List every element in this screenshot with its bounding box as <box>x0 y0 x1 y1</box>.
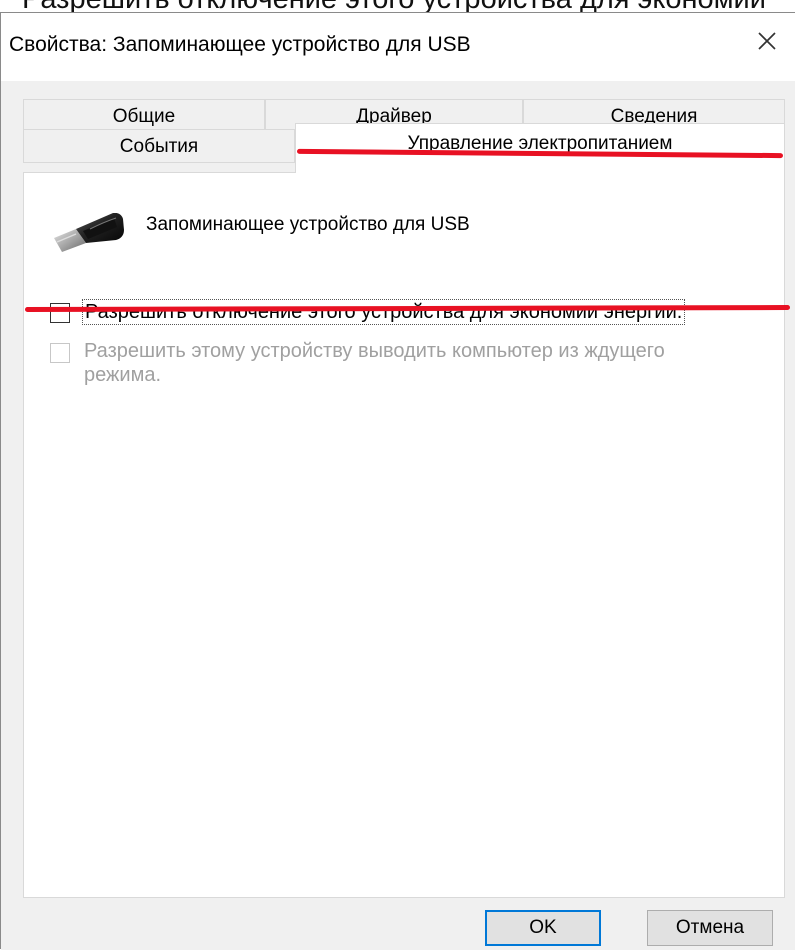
power-management-panel: Запоминающее устройство для USB Разрешит… <box>23 172 785 898</box>
allow-power-off-label[interactable]: Разрешить отключение этого устройства дл… <box>82 299 686 325</box>
ok-button[interactable]: OK <box>485 910 601 946</box>
allow-wake-checkbox <box>50 343 70 363</box>
dialog-client-area: Общие Драйвер Сведения События Управлени… <box>1 81 795 950</box>
allow-wake-label: Разрешить этому устройству выводить комп… <box>84 340 665 386</box>
device-name: Запоминающее устройство для USB <box>146 214 470 235</box>
close-button[interactable] <box>739 13 795 69</box>
dialog-title: Свойства: Запоминающее устройство для US… <box>9 33 471 56</box>
tab-events-label: События <box>119 136 199 157</box>
usb-plug-icon <box>54 213 124 252</box>
tab-strip: Общие Драйвер Сведения События Управлени… <box>23 89 785 173</box>
tab-events[interactable]: События <box>23 129 295 163</box>
screen: { "top_snippet": "Разрешить отключение э… <box>0 0 795 950</box>
tab-general-label: Общие <box>112 106 176 127</box>
allow-power-off-option[interactable]: Разрешить отключение этого устройства дл… <box>50 299 770 327</box>
cancel-button[interactable]: Отмена <box>647 910 773 946</box>
tab-general[interactable]: Общие <box>23 99 265 133</box>
title-bar: Свойства: Запоминающее устройство для US… <box>1 13 795 81</box>
tab-power-management[interactable]: Управление электропитанием <box>295 123 785 173</box>
allow-wake-option: Разрешить этому устройству выводить комп… <box>50 339 770 399</box>
close-icon <box>758 32 776 50</box>
